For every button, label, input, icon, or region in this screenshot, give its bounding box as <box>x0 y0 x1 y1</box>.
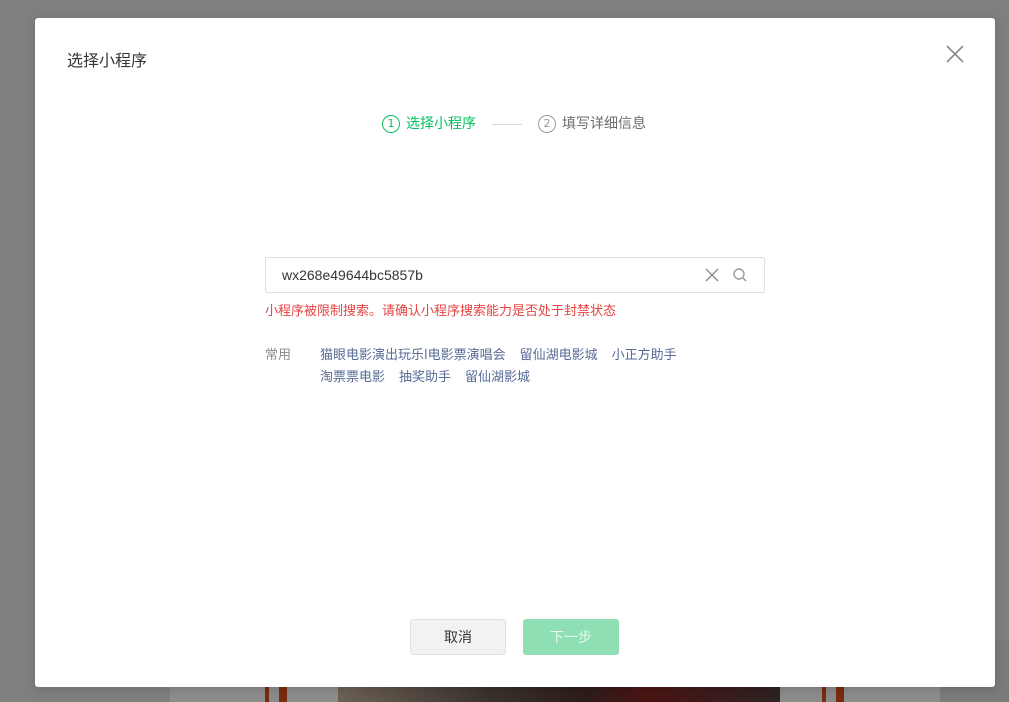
common-miniprograms: 常用 猫眼电影演出玩乐l电影票演唱会 留仙湖电影城 小正方助手 淘票票电影 抽奖… <box>265 345 740 389</box>
cancel-button[interactable]: 取消 <box>410 619 506 655</box>
common-item[interactable]: 留仙湖电影城 <box>520 345 598 367</box>
step-indicator: 1 选择小程序 2 填写详细信息 <box>382 113 646 135</box>
step-1-number: 1 <box>382 115 400 133</box>
background-decor <box>265 686 287 702</box>
step-1-label: 选择小程序 <box>406 116 476 132</box>
common-item[interactable]: 留仙湖影城 <box>465 367 530 389</box>
step-1: 1 选择小程序 <box>382 114 476 134</box>
common-list: 猫眼电影演出玩乐l电影票演唱会 留仙湖电影城 小正方助手 淘票票电影 抽奖助手 … <box>320 345 740 389</box>
common-label: 常用 <box>265 348 292 363</box>
clear-icon[interactable] <box>704 267 720 283</box>
search-icon[interactable] <box>732 267 748 283</box>
step-2-label: 填写详细信息 <box>562 116 646 132</box>
error-message: 小程序被限制搜索。请确认小程序搜索能力是否处于封禁状态 <box>265 304 617 319</box>
search-box <box>265 257 765 293</box>
common-item[interactable]: 小正方助手 <box>612 345 677 367</box>
close-icon[interactable] <box>944 43 966 65</box>
step-2-number: 2 <box>538 115 556 133</box>
select-miniprogram-dialog: 选择小程序 1 选择小程序 2 填写详细信息 小程序被限制搜 <box>35 18 995 687</box>
background-decor <box>822 686 844 702</box>
common-item[interactable]: 猫眼电影演出玩乐l电影票演唱会 <box>320 345 506 367</box>
common-item[interactable]: 抽奖助手 <box>399 367 451 389</box>
background-image <box>338 686 780 702</box>
step-divider <box>492 123 522 125</box>
search-input[interactable] <box>266 259 704 291</box>
step-2: 2 填写详细信息 <box>538 114 646 134</box>
common-item[interactable]: 淘票票电影 <box>320 367 385 389</box>
dialog-title: 选择小程序 <box>67 51 148 70</box>
next-button[interactable]: 下一步 <box>523 619 619 655</box>
